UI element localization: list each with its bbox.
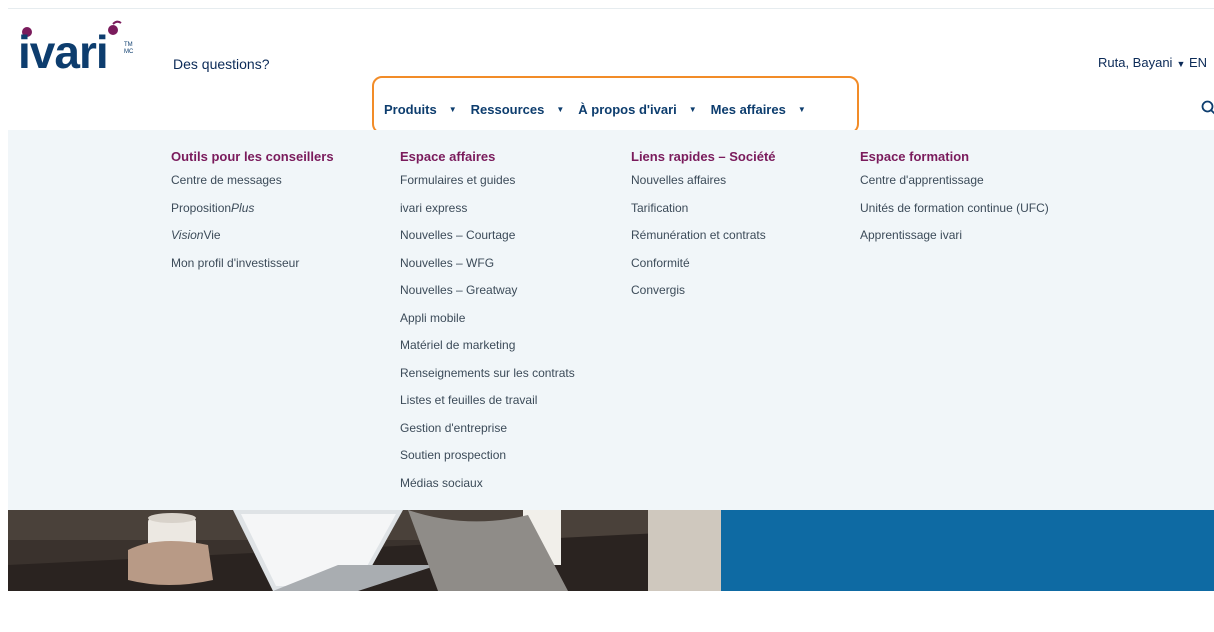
menu-link[interactable]: Appli mobile	[400, 311, 575, 339]
nav-item-ressources[interactable]: Ressources ▼	[471, 102, 565, 117]
laptop-coffee-image	[8, 510, 721, 591]
main-nav: Produits ▼ Ressources ▼ À propos d'ivari ▼ …	[384, 102, 820, 117]
nav-item-produits[interactable]: Produits ▼	[384, 102, 457, 117]
menu-link[interactable]: Soutien prospection	[400, 448, 575, 476]
caret-down-icon: ▼	[797, 105, 806, 114]
ivari-logo[interactable]: ivari TM MC	[17, 20, 147, 76]
menu-link[interactable]: ivari express	[400, 201, 575, 229]
menu-link[interactable]: Centre de messages	[171, 173, 334, 201]
menu-link[interactable]: Mon profil d'investisseur	[171, 256, 334, 284]
column-title: Liens rapides – Société	[631, 149, 776, 164]
menu-column-outils: Outils pour les conseillers Centre de me…	[171, 149, 334, 283]
menu-link[interactable]: Nouvelles affaires	[631, 173, 776, 201]
menu-link[interactable]: Médias sociaux	[400, 476, 575, 504]
menu-link[interactable]: Matériel de marketing	[400, 338, 575, 366]
menu-column-espace-affaires: Espace affaires Formulaires et guides iv…	[400, 149, 575, 503]
menu-link[interactable]: Nouvelles – Courtage	[400, 228, 575, 256]
menu-link[interactable]: PropositionPlus	[171, 201, 334, 229]
caret-down-icon: ▼	[448, 105, 457, 114]
language-toggle[interactable]: EN	[1189, 55, 1207, 70]
menu-column-espace-formation: Espace formation Centre d'apprentissage …	[860, 149, 1049, 256]
svg-text:ivari: ivari	[18, 26, 108, 76]
menu-link[interactable]: Conformité	[631, 256, 776, 284]
menu-link[interactable]: Renseignements sur les contrats	[400, 366, 575, 394]
caret-down-icon: ▼	[556, 105, 565, 114]
menu-link[interactable]: Formulaires et guides	[400, 173, 575, 201]
caret-down-icon: ▼	[1176, 59, 1186, 69]
hero-photo	[8, 510, 721, 591]
menu-link[interactable]: Tarification	[631, 201, 776, 229]
menu-link[interactable]: Nouvelles – Greatway	[400, 283, 575, 311]
column-title: Espace affaires	[400, 149, 496, 164]
column-title: Espace formation	[860, 149, 970, 164]
svg-text:TM: TM	[124, 42, 133, 48]
search-icon[interactable]	[1201, 100, 1214, 116]
nav-item-mes-affaires[interactable]: Mes affaires ▼	[711, 102, 806, 117]
top-divider	[8, 8, 1214, 9]
menu-column-liens-rapides: Liens rapides – Société Nouvelles affair…	[631, 149, 776, 311]
user-name: Ruta, Bayani	[1098, 55, 1173, 70]
menu-link[interactable]: Rémunération et contrats	[631, 228, 776, 256]
questions-link[interactable]: Des questions?	[173, 56, 270, 72]
nav-item-a-propos[interactable]: À propos d'ivari ▼	[578, 102, 696, 117]
menu-link[interactable]: Gestion d'entreprise	[400, 421, 575, 449]
menu-link[interactable]: VisionVie	[171, 228, 334, 256]
caret-down-icon: ▼	[688, 105, 697, 114]
menu-link[interactable]: Listes et feuilles de travail	[400, 393, 575, 421]
svg-text:MC: MC	[124, 49, 134, 55]
menu-link[interactable]: Convergis	[631, 283, 776, 311]
menu-link[interactable]: Unités de formation continue (UFC)	[860, 201, 1049, 229]
nav-label: Produits	[384, 102, 437, 117]
menu-link[interactable]: Apprentissage ivari	[860, 228, 1049, 256]
menu-link[interactable]: Centre d'apprentissage	[860, 173, 1049, 201]
nav-label: Ressources	[470, 102, 545, 117]
hero-blue-panel	[721, 510, 1214, 591]
nav-label: À propos d'ivari	[578, 102, 677, 117]
nav-label: Mes affaires	[710, 102, 786, 117]
menu-link[interactable]: Nouvelles – WFG	[400, 256, 575, 284]
column-title: Outils pour les conseillers	[171, 149, 334, 164]
user-menu[interactable]: Ruta, Bayani ▼	[1098, 55, 1185, 70]
